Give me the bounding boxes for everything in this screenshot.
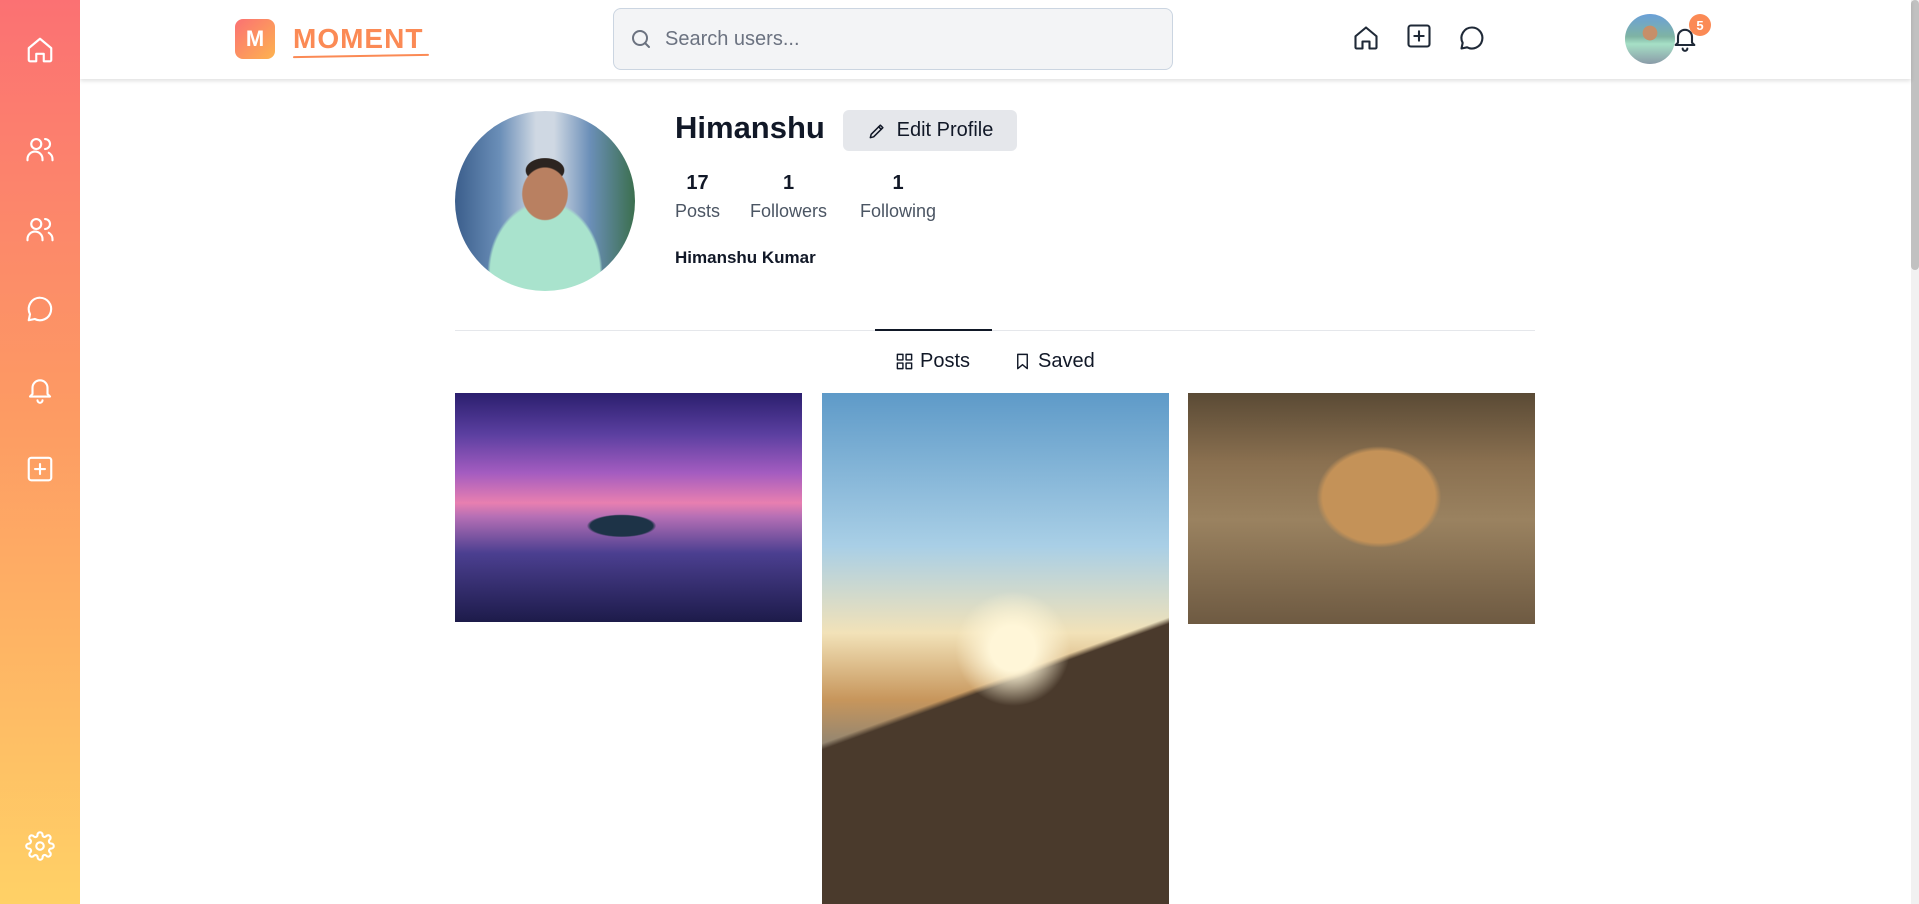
- profile-avatar: [455, 111, 635, 291]
- active-tab-indicator: [875, 329, 992, 331]
- logo-mark: M: [235, 19, 275, 59]
- logo[interactable]: M MOMENT: [235, 19, 423, 59]
- pencil-icon: [869, 123, 884, 138]
- search-input[interactable]: [665, 27, 1145, 51]
- search-bar: [613, 8, 1173, 70]
- search-icon: [632, 30, 650, 48]
- stat-following-label: Following: [860, 201, 937, 221]
- stat-followers[interactable]: 1 Followers: [750, 172, 827, 222]
- sidebar-item-settings[interactable]: [20, 826, 60, 866]
- home-icon: [1354, 26, 1378, 50]
- stat-following[interactable]: 1 Following: [860, 172, 936, 222]
- sidebar-item-home[interactable]: [20, 30, 60, 70]
- logo-text: MOMENT: [293, 23, 424, 54]
- tab-posts[interactable]: Posts: [895, 350, 970, 373]
- post-image-cliff[interactable]: [822, 393, 1169, 904]
- edit-profile-label: Edit Profile: [896, 119, 994, 141]
- top-header: M MOMENT 5: [80, 0, 1911, 79]
- tab-saved-label: Saved: [1038, 350, 1095, 372]
- stat-posts[interactable]: 17 Posts: [675, 172, 720, 222]
- tabs-divider: [455, 330, 1535, 331]
- post-image-boat[interactable]: [455, 393, 802, 622]
- notification-badge: 5: [1689, 14, 1711, 36]
- post-image-lion[interactable]: [1188, 393, 1535, 624]
- stat-followers-count: 1: [782, 172, 795, 194]
- scrollbar-thumb[interactable]: [1911, 0, 1919, 270]
- header-avatar[interactable]: [1625, 14, 1675, 64]
- home-icon: [27, 37, 53, 63]
- grid-icon: [896, 353, 913, 370]
- profile-username: Himanshu: [675, 110, 825, 145]
- sidebar-item-messages[interactable]: [20, 289, 60, 329]
- header-messages-button[interactable]: [1456, 22, 1488, 54]
- sidebar-item-users[interactable]: [20, 129, 60, 169]
- stat-posts-label: Posts: [675, 201, 721, 221]
- stat-followers-label: Followers: [750, 201, 828, 221]
- bookmark-icon: [1017, 353, 1028, 370]
- gear-icon: [25, 831, 55, 861]
- stat-posts-count: 17: [686, 172, 709, 194]
- chat-icon: [27, 296, 53, 322]
- bell-icon: [28, 379, 52, 404]
- sidebar: [0, 0, 80, 904]
- tab-posts-label: Posts: [920, 350, 971, 372]
- stat-following-count: 1: [892, 172, 904, 194]
- profile-full-name: Himanshu Kumar: [675, 248, 816, 267]
- edit-profile-button[interactable]: Edit Profile: [843, 110, 1017, 151]
- sidebar-item-notifications[interactable]: [20, 369, 60, 409]
- users-icon: [26, 137, 54, 162]
- header-create-button[interactable]: [1403, 20, 1435, 52]
- users-icon: [26, 217, 54, 242]
- tab-saved[interactable]: Saved: [1013, 350, 1095, 373]
- sidebar-item-create[interactable]: [20, 449, 60, 489]
- sidebar-item-friends[interactable]: [20, 209, 60, 249]
- plus-square-icon: [27, 456, 53, 482]
- header-home-button[interactable]: [1350, 22, 1382, 54]
- chat-icon: [1460, 26, 1484, 50]
- plus-square-icon: [1407, 24, 1431, 48]
